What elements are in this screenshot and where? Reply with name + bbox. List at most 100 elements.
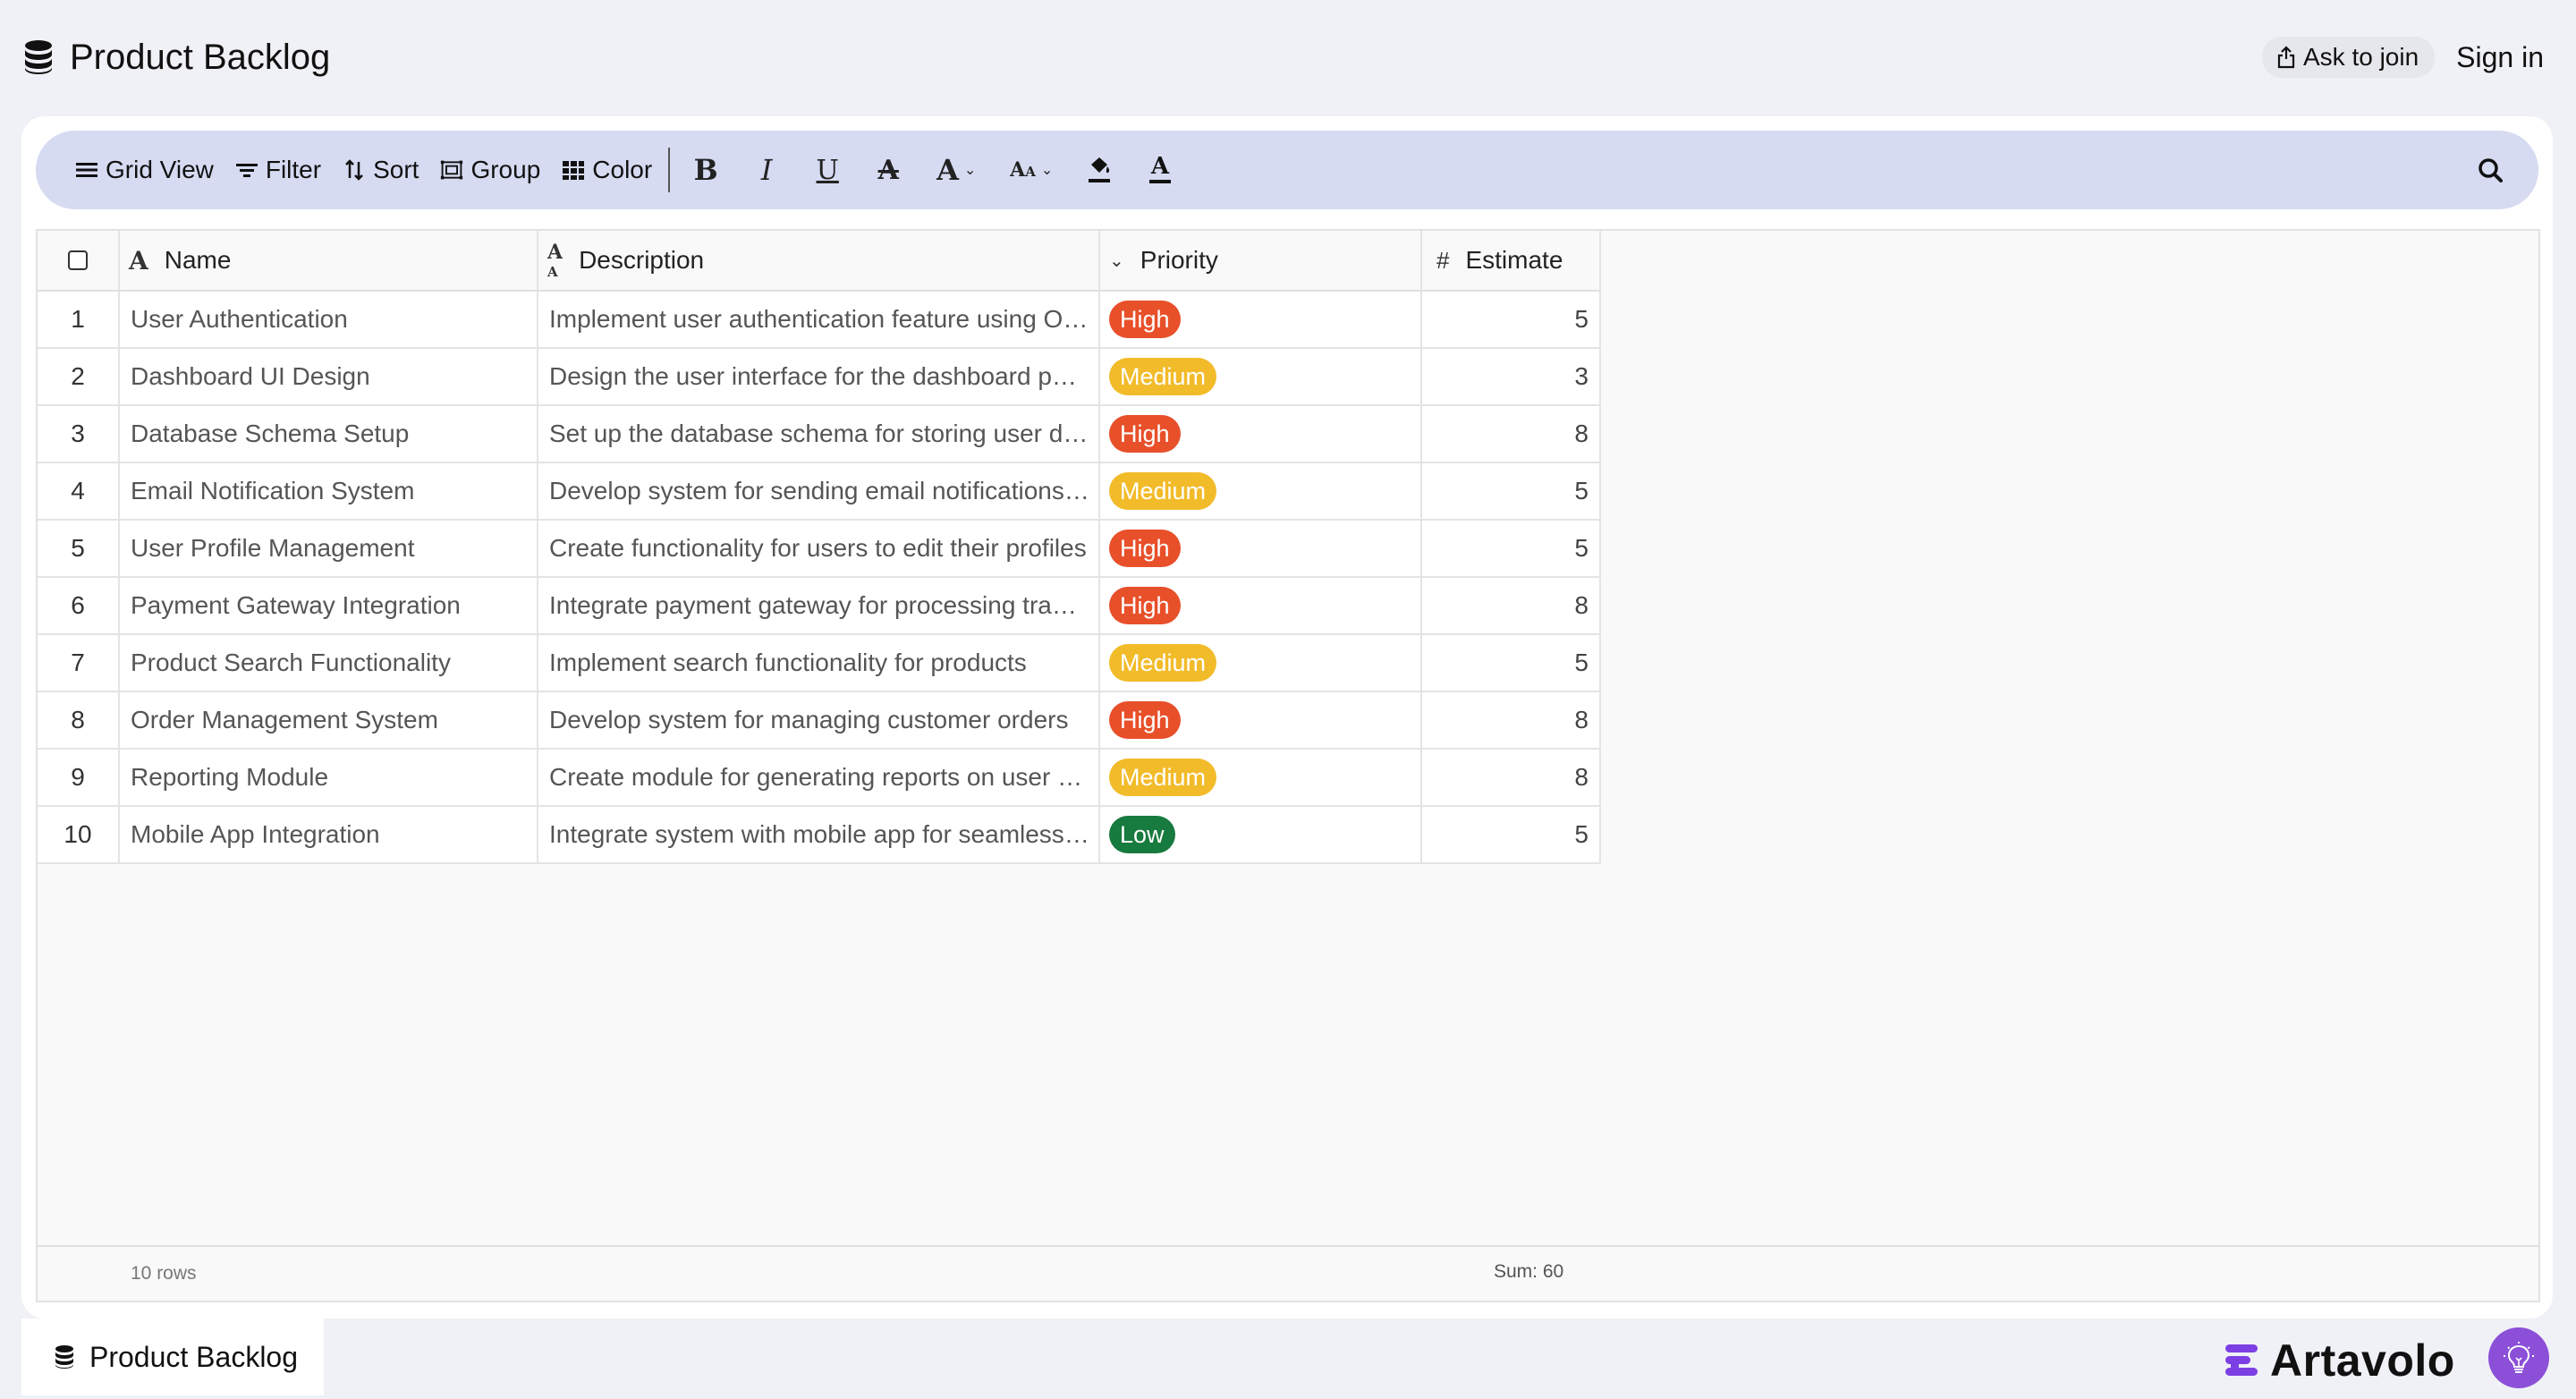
priority-cell[interactable]: Low [1100,807,1422,862]
priority-cell[interactable]: Medium [1100,463,1422,519]
estimate-cell[interactable]: 5 [1422,635,1601,691]
estimate-cell[interactable]: 8 [1422,578,1601,633]
name-cell[interactable]: Mobile App Integration [120,807,538,862]
column-header-estimate[interactable]: # Estimate [1422,231,1601,290]
font-color-button[interactable]: A [1130,145,1191,195]
text-type-icon: A [129,245,148,276]
name-cell[interactable]: User Authentication [120,292,538,347]
table-row[interactable]: 4 Email Notification System Develop system… [38,463,1601,521]
row-index: 2 [38,349,120,404]
strikethrough-button[interactable]: A [858,145,919,195]
column-header-priority[interactable]: ⌄ Priority [1100,231,1422,290]
description-cell[interactable]: Design the user interface for the dashbo… [538,349,1100,404]
table-row[interactable]: 5 User Profile Management Create functiona… [38,521,1601,578]
row-count: 10 rows [131,1263,197,1284]
group-label: Group [470,156,541,183]
search-button[interactable] [2470,150,2510,190]
estimate-cell[interactable]: 8 [1422,692,1601,748]
name-cell[interactable]: Payment Gateway Integration [120,578,538,633]
sign-in-link[interactable]: Sign in [2456,41,2555,74]
idea-button[interactable] [2488,1327,2549,1388]
description-cell[interactable]: Develop system for sending email notific… [538,463,1100,519]
priority-cell[interactable]: High [1100,406,1422,462]
brand-name: Artavolo [2270,1335,2455,1386]
ask-to-join-button[interactable]: Ask to join [2261,37,2436,78]
column-header-name[interactable]: A Name [120,231,538,290]
grid-view-button[interactable]: Grid View [64,145,225,195]
description-cell[interactable]: Implement user authentication feature us… [538,292,1100,347]
row-index: 10 [38,807,120,862]
description-text: Develop system for managing customer ord… [549,706,1069,733]
name-cell[interactable]: User Profile Management [120,521,538,576]
table-row[interactable]: 9 Reporting Module Create module for gener… [38,750,1601,807]
name-cell[interactable]: Product Search Functionality [120,635,538,691]
search-icon [2479,158,2503,182]
sheet-tab[interactable]: Product Backlog [21,1318,324,1395]
name-cell[interactable]: Database Schema Setup [120,406,538,462]
priority-cell[interactable]: High [1100,578,1422,633]
row-index: 1 [38,292,120,347]
group-button[interactable]: Group [429,145,551,195]
sort-label: Sort [373,156,419,183]
underline-button[interactable]: U [797,145,858,195]
font-color-icon: A [1149,154,1172,183]
table-row[interactable]: 2 Dashboard UI Design Design the user inte… [38,349,1601,406]
table-row[interactable]: 1 User Authentication Implement user authe… [38,292,1601,349]
brand-logo[interactable]: Artavolo [2224,1335,2455,1386]
estimate-sum: Sum: 60 [1494,1261,1564,1282]
chevron-down-icon: ⌄ [963,163,977,178]
row-index: 9 [38,750,120,805]
column-label: Description [579,246,705,274]
select-all-checkbox[interactable] [68,250,88,270]
sheet-tab-label: Product Backlog [89,1340,299,1373]
italic-button[interactable]: I [736,145,797,195]
name-cell[interactable]: Email Notification System [120,463,538,519]
estimate-cell[interactable]: 8 [1422,406,1601,462]
priority-cell[interactable]: High [1100,292,1422,347]
row-index: 3 [38,406,120,462]
estimate-cell[interactable]: 5 [1422,807,1601,862]
name-cell[interactable]: Order Management System [120,692,538,748]
font-size-dropdown[interactable]: AA ⌄ [994,145,1069,195]
description-text: Integrate system with mobile app for sea… [549,820,1089,848]
text-style-dropdown[interactable]: A ⌄ [919,145,994,195]
description-cell[interactable]: Integrate payment gateway for processing… [538,578,1100,633]
fill-color-button[interactable] [1069,145,1130,195]
chevron-down-icon: ⌄ [1040,163,1054,178]
table-row[interactable]: 8 Order Management System Develop system f… [38,692,1601,750]
description-text: Implement user authentication feature us… [549,305,1089,333]
estimate-cell[interactable]: 5 [1422,463,1601,519]
row-index: 4 [38,463,120,519]
priority-cell[interactable]: High [1100,521,1422,576]
priority-cell[interactable]: Medium [1100,750,1422,805]
select-type-icon: ⌄ [1109,250,1124,271]
row-index: 6 [38,578,120,633]
description-cell[interactable]: Implement search functionality for produ… [538,635,1100,691]
group-icon [441,160,463,180]
sort-button[interactable]: Sort [332,145,429,195]
filter-button[interactable]: Filter [225,145,332,195]
priority-cell[interactable]: High [1100,692,1422,748]
estimate-cell[interactable]: 5 [1422,292,1601,347]
table-row[interactable]: 6 Payment Gateway Integration Integrate pa… [38,578,1601,635]
name-cell[interactable]: Dashboard UI Design [120,349,538,404]
name-cell[interactable]: Reporting Module [120,750,538,805]
column-header-description[interactable]: AA Description [538,231,1100,290]
color-button[interactable]: Color [551,145,663,195]
description-cell[interactable]: Integrate system with mobile app for sea… [538,807,1100,862]
description-cell[interactable]: Set up the database schema for storing u… [538,406,1100,462]
table-row[interactable]: 7 Product Search Functionality Implement s… [38,635,1601,692]
description-cell[interactable]: Create module for generating reports on … [538,750,1100,805]
description-cell[interactable]: Create functionality for users to edit t… [538,521,1100,576]
priority-badge: Medium [1109,472,1217,510]
priority-cell[interactable]: Medium [1100,349,1422,404]
table-row[interactable]: 10 Mobile App Integration Integrate system… [38,807,1601,864]
table-row[interactable]: 3 Database Schema Setup Set up the databas… [38,406,1601,463]
estimate-cell[interactable]: 8 [1422,750,1601,805]
estimate-cell[interactable]: 3 [1422,349,1601,404]
priority-cell[interactable]: Medium [1100,635,1422,691]
top-header: Product Backlog Ask to join Sign in [0,0,2576,114]
description-cell[interactable]: Develop system for managing customer ord… [538,692,1100,748]
estimate-cell[interactable]: 5 [1422,521,1601,576]
bold-button[interactable]: B [675,145,736,195]
